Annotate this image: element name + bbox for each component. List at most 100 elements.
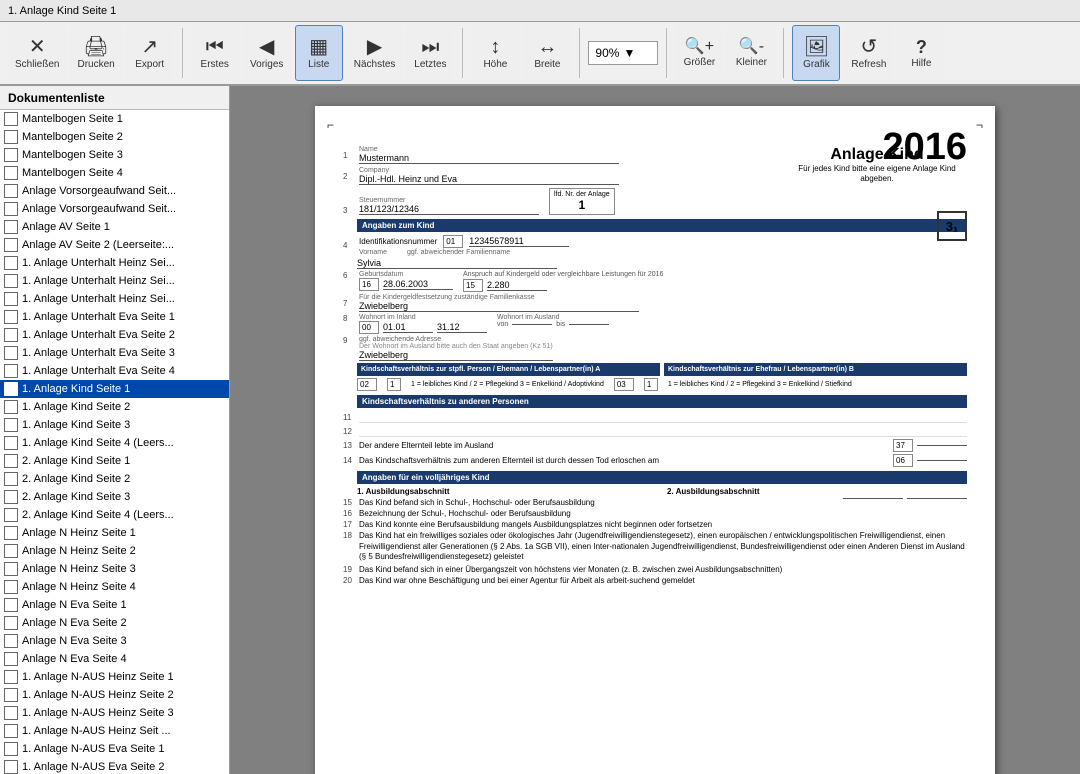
sidebar-item-icon-18	[4, 436, 18, 450]
section-kindschaft-andere: Kindschaftsverhältnis zu anderen Persone…	[357, 395, 967, 408]
sidebar-item-icon-10	[4, 292, 18, 306]
last-icon: ⏭	[421, 37, 439, 57]
height-button[interactable]: ↕ Höhe	[471, 25, 519, 81]
list-button[interactable]: ▦ Liste	[295, 25, 343, 81]
first-button[interactable]: ⏮ Erstes	[191, 25, 239, 81]
sidebar-item-5[interactable]: Anlage Vorsorgeaufwand Seit...	[0, 200, 229, 218]
sidebar-item-16[interactable]: 1. Anlage Kind Seite 2	[0, 398, 229, 416]
document-viewer[interactable]: ⌐ ¬ 2016 Anlage Kind Für jedes Kind bitt…	[230, 86, 1080, 774]
close-button[interactable]: ✕ Schließen	[8, 25, 66, 81]
sidebar-item-20[interactable]: 2. Anlage Kind Seite 2	[0, 470, 229, 488]
sidebar-item-icon-0	[4, 112, 18, 126]
kindschaft-headers: Kindschaftsverhältnis zur stpfl. Person …	[357, 363, 967, 376]
larger-button[interactable]: 🔍+ Größer	[675, 25, 723, 81]
sidebar-item-17[interactable]: 1. Anlage Kind Seite 3	[0, 416, 229, 434]
sidebar-item-28[interactable]: Anlage N Eva Seite 2	[0, 614, 229, 632]
sidebar-item-2[interactable]: Mantelbogen Seite 3	[0, 146, 229, 164]
steuernummer-field: 181/123/12346	[359, 204, 539, 215]
list-label: Liste	[308, 59, 329, 70]
help-button[interactable]: ? Hilfe	[897, 25, 945, 81]
sidebar-item-6[interactable]: Anlage AV Seite 1	[0, 218, 229, 236]
sidebar-item-30[interactable]: Anlage N Eva Seite 4	[0, 650, 229, 668]
list-icon: ▦	[309, 37, 328, 57]
refresh-button[interactable]: ↺ Refresh	[844, 25, 893, 81]
sidebar-item-36[interactable]: 1. Anlage N-AUS Eva Seite 2	[0, 758, 229, 774]
sidebar: Dokumentenliste Mantelbogen Seite 1Mante…	[0, 86, 230, 774]
sidebar-item-label-26: Anlage N Heinz Seite 4	[22, 581, 136, 593]
smaller-icon: 🔍-	[739, 39, 764, 55]
sidebar-item-23[interactable]: Anlage N Heinz Seite 1	[0, 524, 229, 542]
refresh-label: Refresh	[851, 59, 886, 70]
zoom-select[interactable]: 90% ▼	[588, 41, 658, 65]
sidebar-item-icon-8	[4, 256, 18, 270]
sidebar-item-35[interactable]: 1. Anlage N-AUS Eva Seite 1	[0, 740, 229, 758]
document-page: ⌐ ¬ 2016 Anlage Kind Für jedes Kind bitt…	[315, 106, 995, 774]
doc-top-section: 1 Name Mustermann 2 Company Dipl.-Hdl. H…	[343, 146, 967, 585]
sidebar-item-25[interactable]: Anlage N Heinz Seite 3	[0, 560, 229, 578]
sidebar-item-icon-12	[4, 328, 18, 342]
sidebar-item-13[interactable]: 1. Anlage Unterhalt Eva Seite 3	[0, 344, 229, 362]
sidebar-item-19[interactable]: 2. Anlage Kind Seite 1	[0, 452, 229, 470]
sidebar-item-7[interactable]: Anlage AV Seite 2 (Leerseite:...	[0, 236, 229, 254]
sidebar-item-31[interactable]: 1. Anlage N-AUS Heinz Seite 1	[0, 668, 229, 686]
row-12: 12	[343, 425, 967, 437]
graphic-button[interactable]: 🖼 Grafik	[792, 25, 840, 81]
sidebar-item-label-30: Anlage N Eva Seite 4	[22, 653, 127, 665]
sidebar-item-24[interactable]: Anlage N Heinz Seite 2	[0, 542, 229, 560]
sidebar-item-label-8: 1. Anlage Unterhalt Heinz Sei...	[22, 257, 175, 269]
sidebar-item-18[interactable]: 1. Anlage Kind Seite 4 (Leers...	[0, 434, 229, 452]
sidebar-item-label-14: 1. Anlage Unterhalt Eva Seite 4	[22, 365, 175, 377]
sidebar-item-15[interactable]: 1. Anlage Kind Seite 1	[0, 380, 229, 398]
last-label: Letztes	[414, 59, 446, 70]
sidebar-item-33[interactable]: 1. Anlage N-AUS Heinz Seite 3	[0, 704, 229, 722]
sidebar-item-icon-19	[4, 454, 18, 468]
sidebar-item-10[interactable]: 1. Anlage Unterhalt Heinz Sei...	[0, 290, 229, 308]
sidebar-item-icon-11	[4, 310, 18, 324]
next-button[interactable]: ▶ Nächstes	[347, 25, 403, 81]
sidebar-item-21[interactable]: 2. Anlage Kind Seite 3	[0, 488, 229, 506]
prev-label: Voriges	[250, 59, 283, 70]
row-8: 8 Wohnort im Inland 00 01.01 31.12 Wohno…	[343, 314, 967, 334]
sidebar-item-1[interactable]: Mantelbogen Seite 2	[0, 128, 229, 146]
sidebar-item-9[interactable]: 1. Anlage Unterhalt Heinz Sei...	[0, 272, 229, 290]
first-icon: ⏮	[206, 37, 224, 57]
sidebar-item-14[interactable]: 1. Anlage Unterhalt Eva Seite 4	[0, 362, 229, 380]
sidebar-item-27[interactable]: Anlage N Eva Seite 1	[0, 596, 229, 614]
height-label: Höhe	[483, 59, 507, 70]
sidebar-item-4[interactable]: Anlage Vorsorgeaufwand Seit...	[0, 182, 229, 200]
last-button[interactable]: ⏭ Letztes	[406, 25, 454, 81]
sidebar-item-11[interactable]: 1. Anlage Unterhalt Eva Seite 1	[0, 308, 229, 326]
sidebar-item-3[interactable]: Mantelbogen Seite 4	[0, 164, 229, 182]
sidebar-item-label-16: 1. Anlage Kind Seite 2	[22, 401, 130, 413]
sidebar-item-34[interactable]: 1. Anlage N-AUS Heinz Seit ...	[0, 722, 229, 740]
prev-button[interactable]: ◀ Voriges	[243, 25, 291, 81]
width-button[interactable]: ↔ Breite	[523, 25, 571, 81]
separator-2	[462, 28, 463, 78]
export-button[interactable]: ↗ Export	[126, 25, 174, 81]
sidebar-item-label-21: 2. Anlage Kind Seite 3	[22, 491, 130, 503]
smaller-button[interactable]: 🔍- Kleiner	[727, 25, 775, 81]
sidebar-item-26[interactable]: Anlage N Heinz Seite 4	[0, 578, 229, 596]
sidebar-item-icon-15	[4, 382, 18, 396]
sidebar-item-label-13: 1. Anlage Unterhalt Eva Seite 3	[22, 347, 175, 359]
sidebar-item-32[interactable]: 1. Anlage N-AUS Heinz Seite 2	[0, 686, 229, 704]
kindschaft-col-a: Kindschaftsverhältnis zur stpfl. Person …	[357, 363, 660, 376]
print-button[interactable]: 🖨 Drucken	[70, 25, 121, 81]
row-13: 13 Der andere Elternteil lebte im Auslan…	[343, 439, 967, 452]
sidebar-item-icon-23	[4, 526, 18, 540]
title-bar: 1. Anlage Kind Seite 1	[0, 0, 1080, 22]
row-20: 20 Das Kind war ohne Beschäftigung und b…	[343, 576, 967, 585]
sidebar-item-icon-35	[4, 742, 18, 756]
sidebar-item-12[interactable]: 1. Anlage Unterhalt Eva Seite 2	[0, 326, 229, 344]
print-icon: 🖨	[83, 37, 108, 57]
sidebar-item-22[interactable]: 2. Anlage Kind Seite 4 (Leers...	[0, 506, 229, 524]
row-5: Sylvia	[357, 258, 967, 269]
sidebar-list[interactable]: Mantelbogen Seite 1 Mantelbogen Seite 2 Ma…	[0, 110, 229, 774]
sidebar-item-icon-7	[4, 238, 18, 252]
sidebar-item-label-19: 2. Anlage Kind Seite 1	[22, 455, 130, 467]
sidebar-item-icon-17	[4, 418, 18, 432]
sidebar-item-label-1: Mantelbogen Seite 2	[22, 131, 123, 143]
sidebar-item-29[interactable]: Anlage N Eva Seite 3	[0, 632, 229, 650]
sidebar-item-0[interactable]: Mantelbogen Seite 1	[0, 110, 229, 128]
sidebar-item-8[interactable]: 1. Anlage Unterhalt Heinz Sei...	[0, 254, 229, 272]
